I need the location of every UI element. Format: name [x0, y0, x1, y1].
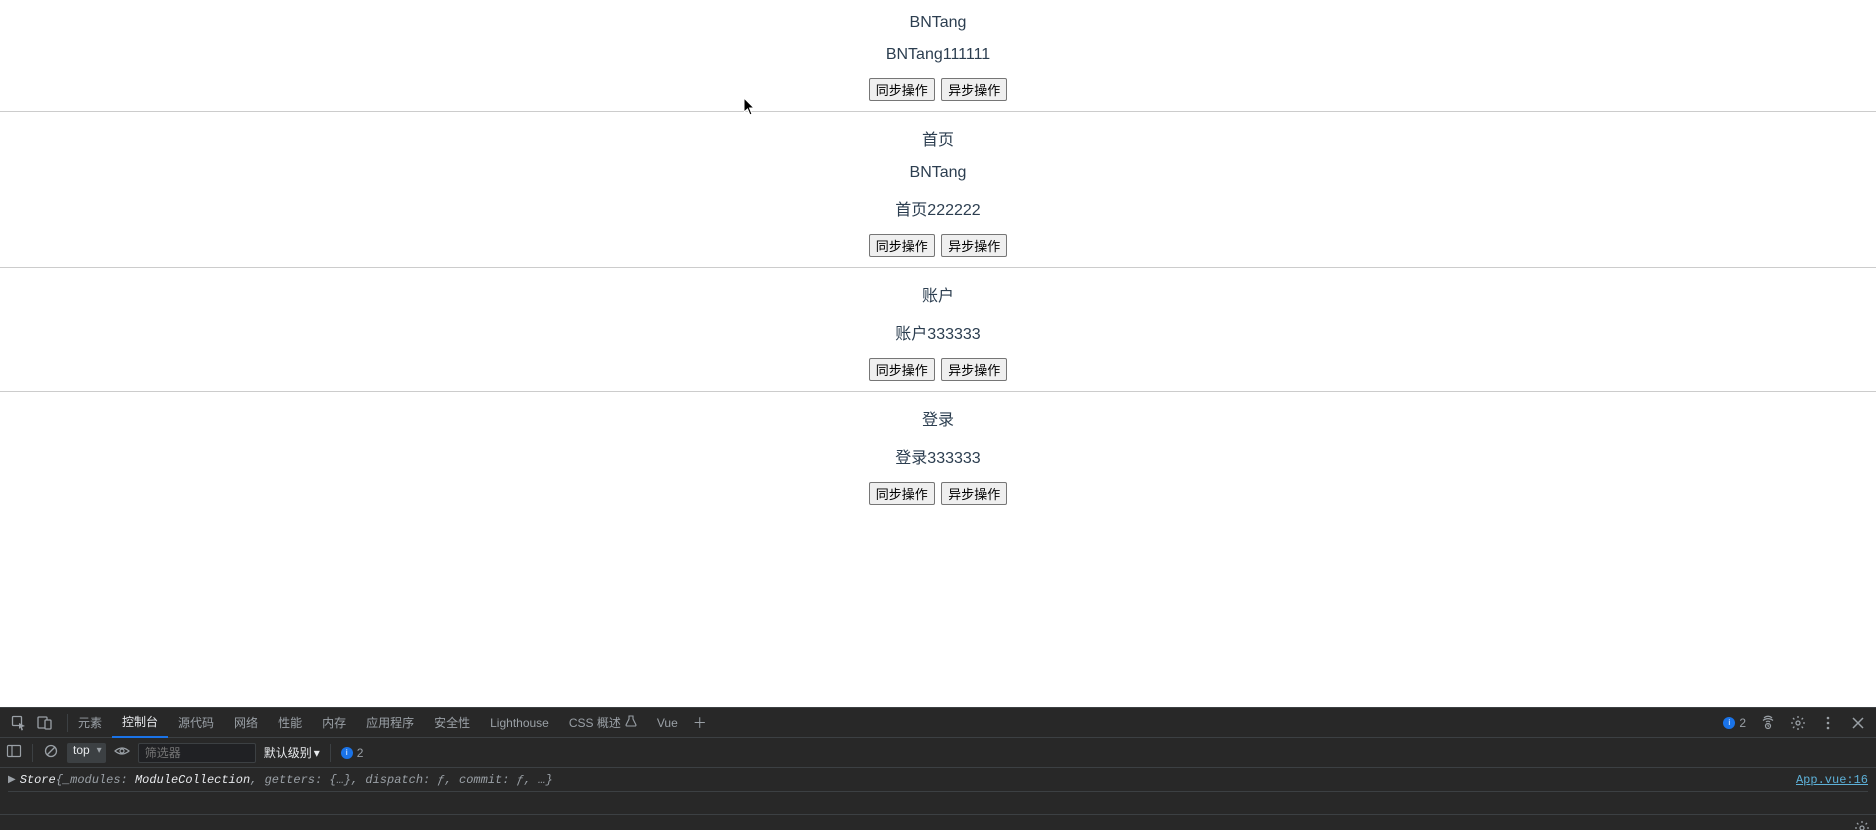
filter-input[interactable]: [138, 743, 256, 763]
button-row: 同步操作 异步操作: [0, 78, 1876, 101]
tab-lighthouse[interactable]: Lighthouse: [480, 708, 559, 738]
text-line: 首页222222: [0, 196, 1876, 220]
console-toolbar: top 默认级别 ▾ i 2: [0, 738, 1876, 768]
kv-value: ƒ: [437, 773, 444, 787]
sync-button[interactable]: 同步操作: [869, 234, 935, 257]
tab-label: CSS 概述: [569, 714, 621, 731]
brace: }: [545, 773, 552, 787]
kv: _modules:: [63, 773, 135, 787]
level-label: 默认级别: [264, 744, 312, 761]
header-issues-badge[interactable]: i 2: [1723, 716, 1746, 730]
settings-gear-icon[interactable]: [1790, 715, 1806, 731]
async-button[interactable]: 异步操作: [941, 234, 1007, 257]
text-line: 账户333333: [0, 320, 1876, 344]
console-body: ▶ Store { _modules: ModuleCollection, ge…: [0, 768, 1876, 830]
tab-memory[interactable]: 内存: [312, 708, 356, 738]
devtools-panel: 元素 控制台 源代码 网络 性能 内存 应用程序 安全性 Lighthouse …: [0, 707, 1876, 830]
expand-arrow-icon[interactable]: ▶: [8, 774, 16, 786]
context-selector[interactable]: top: [67, 743, 106, 763]
ellipsis: , …: [524, 773, 546, 787]
page-content: BNTang BNTang111111 同步操作 异步操作 首页 BNTang …: [0, 14, 1876, 515]
tab-css-overview[interactable]: CSS 概述: [559, 708, 647, 738]
comma: ,: [250, 773, 264, 787]
kv: dispatch:: [365, 773, 437, 787]
chevron-up-icon[interactable]: ︿: [6, 822, 16, 830]
divider: [32, 744, 33, 762]
tab-elements[interactable]: 元素: [68, 708, 112, 738]
close-devtools-icon[interactable]: [1850, 715, 1866, 731]
text-line: 账户: [0, 282, 1876, 306]
section-login: 登录 登录333333 同步操作 异步操作: [0, 406, 1876, 515]
add-tab-icon[interactable]: ＋: [688, 713, 712, 733]
issue-count: 2: [357, 746, 364, 760]
divider: [330, 744, 331, 762]
text-line: 首页: [0, 126, 1876, 150]
text-line: BNTang: [0, 14, 1876, 32]
comma: ,: [351, 773, 365, 787]
console-log-row[interactable]: ▶ Store { _modules: ModuleCollection, ge…: [8, 772, 1868, 792]
tab-network[interactable]: 网络: [224, 708, 268, 738]
kv: commit:: [459, 773, 517, 787]
log-level-selector[interactable]: 默认级别 ▾: [264, 744, 320, 761]
async-button[interactable]: 异步操作: [941, 78, 1007, 101]
section-root: BNTang BNTang111111 同步操作 异步操作: [0, 14, 1876, 112]
sync-button[interactable]: 同步操作: [869, 78, 935, 101]
kv-value: ƒ: [517, 773, 524, 787]
async-button[interactable]: 异步操作: [941, 358, 1007, 381]
tab-security[interactable]: 安全性: [424, 708, 480, 738]
kv: getters:: [265, 773, 330, 787]
tab-application[interactable]: 应用程序: [356, 708, 424, 738]
comma: ,: [445, 773, 459, 787]
divider: [58, 714, 68, 732]
button-row: 同步操作 异步操作: [0, 234, 1876, 257]
tab-sources[interactable]: 源代码: [168, 708, 224, 738]
tab-performance[interactable]: 性能: [268, 708, 312, 738]
button-row: 同步操作 异步操作: [0, 482, 1876, 505]
toolbar-issues-badge[interactable]: i 2: [341, 746, 364, 760]
info-dot-icon: i: [1723, 717, 1735, 729]
devtools-header-right: i 2: [1723, 715, 1870, 731]
source-link[interactable]: App.vue:16: [1796, 773, 1868, 787]
kv-value: {…}: [329, 773, 351, 787]
log-object-name: Store: [20, 773, 56, 787]
text-line: BNTang: [0, 164, 1876, 182]
button-row: 同步操作 异步操作: [0, 358, 1876, 381]
network-conditions-icon[interactable]: [1760, 715, 1776, 731]
section-home: 首页 BNTang 首页222222 同步操作 异步操作: [0, 126, 1876, 268]
chevron-down-icon: ▾: [314, 746, 320, 760]
tab-console[interactable]: 控制台: [112, 708, 168, 738]
context-value: top: [73, 743, 90, 757]
text-line: BNTang111111: [0, 46, 1876, 64]
devtools-tab-bar: 元素 控制台 源代码 网络 性能 内存 应用程序 安全性 Lighthouse …: [0, 708, 1876, 738]
console-sidebar-toggle-icon[interactable]: [6, 743, 22, 762]
async-button[interactable]: 异步操作: [941, 482, 1007, 505]
device-toolbar-icon[interactable]: [32, 715, 58, 731]
info-dot-icon: i: [341, 747, 353, 759]
console-drawer-bar: ︿: [0, 814, 1876, 830]
text-line: 登录333333: [0, 444, 1876, 468]
live-expression-icon[interactable]: [114, 743, 130, 762]
tab-vue[interactable]: Vue: [647, 708, 688, 738]
text-line: 登录: [0, 406, 1876, 430]
flask-icon: [625, 715, 637, 730]
sync-button[interactable]: 同步操作: [869, 482, 935, 505]
kv-value: ModuleCollection: [135, 773, 250, 787]
inspect-element-icon[interactable]: [6, 715, 32, 731]
kebab-menu-icon[interactable]: [1820, 715, 1836, 731]
issue-count: 2: [1739, 716, 1746, 730]
brace: {: [56, 773, 63, 787]
section-account: 账户 账户333333 同步操作 异步操作: [0, 282, 1876, 392]
sync-button[interactable]: 同步操作: [869, 358, 935, 381]
settings-gear-icon[interactable]: [1854, 820, 1870, 830]
clear-console-icon[interactable]: [43, 743, 59, 762]
